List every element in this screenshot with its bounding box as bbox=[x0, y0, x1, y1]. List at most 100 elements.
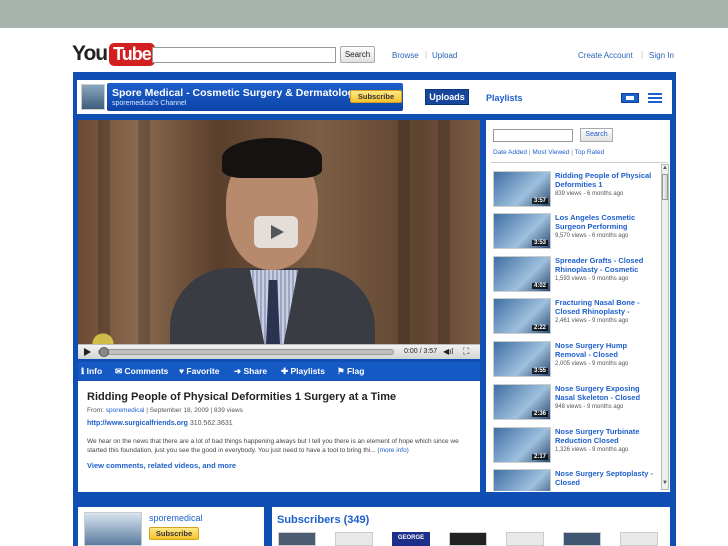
sort-most-viewed[interactable]: Most Viewed bbox=[532, 149, 569, 156]
fullscreen-icon[interactable]: ⛶ bbox=[463, 346, 469, 357]
subscriber-avatar[interactable]: GEORGE bbox=[392, 532, 430, 546]
search-input[interactable] bbox=[152, 47, 336, 63]
from-label: From: bbox=[87, 407, 104, 414]
video-thumbnail[interactable]: 2:17 bbox=[493, 427, 551, 463]
subscriber-avatar[interactable] bbox=[335, 532, 373, 546]
sort-date-added[interactable]: Date Added bbox=[493, 149, 527, 156]
nav-browse-link[interactable]: Browse bbox=[392, 51, 419, 60]
tab-comments[interactable]: ✉ Comments bbox=[115, 366, 168, 377]
uploader-link[interactable]: sporemedical bbox=[106, 407, 145, 414]
subscriber-avatar[interactable] bbox=[506, 532, 544, 546]
tab-info[interactable]: ℹ Info bbox=[81, 366, 102, 377]
divider bbox=[491, 162, 668, 163]
channel-search-input[interactable] bbox=[493, 129, 573, 142]
subscriber-avatar[interactable] bbox=[278, 532, 316, 546]
scroll-down-icon[interactable]: ▼ bbox=[662, 480, 668, 486]
video-list-item[interactable]: 2:22 Fracturing Nasal Bone - Closed Rhin… bbox=[493, 298, 659, 336]
video-list-item[interactable]: 2:17 Nose Surgery Turbinate Reduction Cl… bbox=[493, 427, 659, 465]
video-description: We hear on the news that there are a lot… bbox=[87, 437, 473, 455]
sort-separator: | bbox=[528, 149, 531, 156]
play-overlay-icon[interactable] bbox=[254, 216, 298, 248]
video-item-stats: 9,570 views - 6 months ago bbox=[555, 233, 629, 239]
sort-options: Date Added | Most Viewed | Top Rated bbox=[493, 149, 604, 156]
video-thumbnail[interactable] bbox=[493, 469, 551, 491]
phone-number: 310.562.3631 bbox=[189, 420, 233, 427]
subscriber-avatar[interactable] bbox=[449, 532, 487, 546]
progress-knob[interactable] bbox=[99, 347, 109, 357]
duration-badge: 3:55 bbox=[531, 368, 548, 374]
video-list-item[interactable]: 3:53 Los Angeles Cosmetic Surgeon Perfor… bbox=[493, 213, 659, 251]
duration-badge: 2:17 bbox=[531, 454, 548, 460]
duration-badge: 3:57 bbox=[531, 198, 548, 204]
duration-badge: 2:36 bbox=[531, 411, 548, 417]
duration-badge: 4:02 bbox=[531, 283, 548, 289]
profile-name[interactable]: sporemedical bbox=[149, 513, 203, 523]
video-item-stats: 2,005 views - 9 months ago bbox=[555, 361, 629, 367]
video-list-item[interactable]: 2:36 Nose Surgery Exposing Nasal Skeleto… bbox=[493, 384, 659, 422]
nav-separator: | bbox=[641, 50, 644, 59]
youtube-logo[interactable]: You Tube bbox=[72, 41, 155, 67]
curtain-fold bbox=[138, 120, 150, 344]
video-thumbnail[interactable]: 3:53 bbox=[493, 213, 551, 249]
website-link[interactable]: http://www.surgicalfriends.org bbox=[87, 420, 188, 427]
channel-subscribe-button[interactable]: Subscribe bbox=[350, 90, 402, 103]
video-item-title[interactable]: Nose Surgery Hump Removal - Closed bbox=[555, 341, 655, 359]
profile-avatar[interactable] bbox=[84, 512, 142, 546]
profile-subscribe-button[interactable]: Subscribe bbox=[149, 527, 199, 540]
video-list-item[interactable]: 3:57 Ridding People of Physical Deformit… bbox=[493, 171, 659, 209]
tab-flag[interactable]: ⚑ Flag bbox=[337, 366, 364, 377]
video-thumbnail[interactable]: 3:57 bbox=[493, 171, 551, 207]
video-item-stats: 839 views - 6 months ago bbox=[555, 191, 624, 197]
video-item-title[interactable]: Spreader Grafts - Closed Rhinoplasty - C… bbox=[555, 256, 655, 274]
logo-you-text: You bbox=[72, 42, 108, 65]
tab-playlists[interactable]: Playlists bbox=[486, 93, 523, 103]
video-item-title[interactable]: Nose Surgery Septoplasty - Closed bbox=[555, 469, 655, 487]
progress-track[interactable] bbox=[98, 349, 394, 355]
create-account-link[interactable]: Create Account bbox=[578, 51, 633, 60]
grid-view-icon[interactable] bbox=[621, 93, 639, 103]
tab-playlists-add[interactable]: ✚ Playlists bbox=[281, 366, 325, 377]
video-thumbnail[interactable]: 2:36 bbox=[493, 384, 551, 420]
subscriber-avatar[interactable] bbox=[620, 532, 658, 546]
video-list-item[interactable]: Nose Surgery Septoplasty - Closed bbox=[493, 469, 659, 491]
play-icon[interactable] bbox=[84, 348, 91, 356]
top-banner bbox=[0, 0, 728, 28]
date-views: | September 18, 2009 | 839 views bbox=[146, 407, 243, 414]
view-comments-link[interactable]: View comments, related videos, and more bbox=[87, 461, 236, 470]
video-thumbnail[interactable]: 3:55 bbox=[493, 341, 551, 377]
sort-top-rated[interactable]: Top Rated bbox=[575, 149, 605, 156]
video-item-title[interactable]: Fracturing Nasal Bone - Closed Rhinoplas… bbox=[555, 298, 655, 316]
video-item-title[interactable]: Nose Surgery Exposing Nasal Skeleton - C… bbox=[555, 384, 655, 402]
subscriber-avatar[interactable] bbox=[563, 532, 601, 546]
curtain-fold bbox=[398, 120, 410, 344]
sidebar-scrollbar[interactable] bbox=[661, 164, 669, 490]
presenter-hair bbox=[222, 138, 322, 178]
video-thumbnail[interactable]: 4:02 bbox=[493, 256, 551, 292]
tab-uploads[interactable]: Uploads bbox=[425, 89, 469, 105]
video-meta: From: sporemedical | September 18, 2009 … bbox=[87, 407, 243, 414]
tab-share[interactable]: ➜ Share bbox=[234, 366, 267, 377]
video-item-stats: 1,326 views - 9 months ago bbox=[555, 447, 629, 453]
nav-upload-link[interactable]: Upload bbox=[432, 51, 457, 60]
video-item-title[interactable]: Nose Surgery Turbinate Reduction Closed bbox=[555, 427, 655, 445]
sign-in-link[interactable]: Sign In bbox=[649, 51, 674, 60]
tab-favorite[interactable]: ♥ Favorite bbox=[179, 366, 219, 376]
video-item-title[interactable]: Los Angeles Cosmetic Surgeon Performing bbox=[555, 213, 655, 231]
more-info-link[interactable]: (more info) bbox=[377, 447, 408, 454]
video-url-line: http://www.surgicalfriends.org 310.562.3… bbox=[87, 420, 233, 427]
channel-avatar[interactable] bbox=[81, 84, 105, 110]
channel-subtitle: sporemedical's Channel bbox=[112, 100, 187, 107]
search-button[interactable]: Search bbox=[340, 46, 375, 63]
video-item-title[interactable]: Ridding People of Physical Deformities 1 bbox=[555, 171, 655, 189]
channel-search-button[interactable]: Search bbox=[580, 128, 613, 142]
scrollbar-thumb[interactable] bbox=[662, 174, 668, 200]
list-view-icon[interactable] bbox=[648, 93, 662, 103]
scroll-up-icon[interactable]: ▲ bbox=[662, 165, 668, 171]
video-list-item[interactable]: 3:55 Nose Surgery Hump Removal - Closed … bbox=[493, 341, 659, 379]
duration-badge: 3:53 bbox=[531, 240, 548, 246]
video-list-item[interactable]: 4:02 Spreader Grafts - Closed Rhinoplast… bbox=[493, 256, 659, 294]
channel-title[interactable]: Spore Medical - Cosmetic Surgery & Derma… bbox=[112, 87, 360, 99]
subscribers-title: Subscribers (349) bbox=[277, 514, 370, 526]
video-thumbnail[interactable]: 2:22 bbox=[493, 298, 551, 334]
speaker-icon[interactable]: ◀ıl bbox=[443, 347, 453, 356]
